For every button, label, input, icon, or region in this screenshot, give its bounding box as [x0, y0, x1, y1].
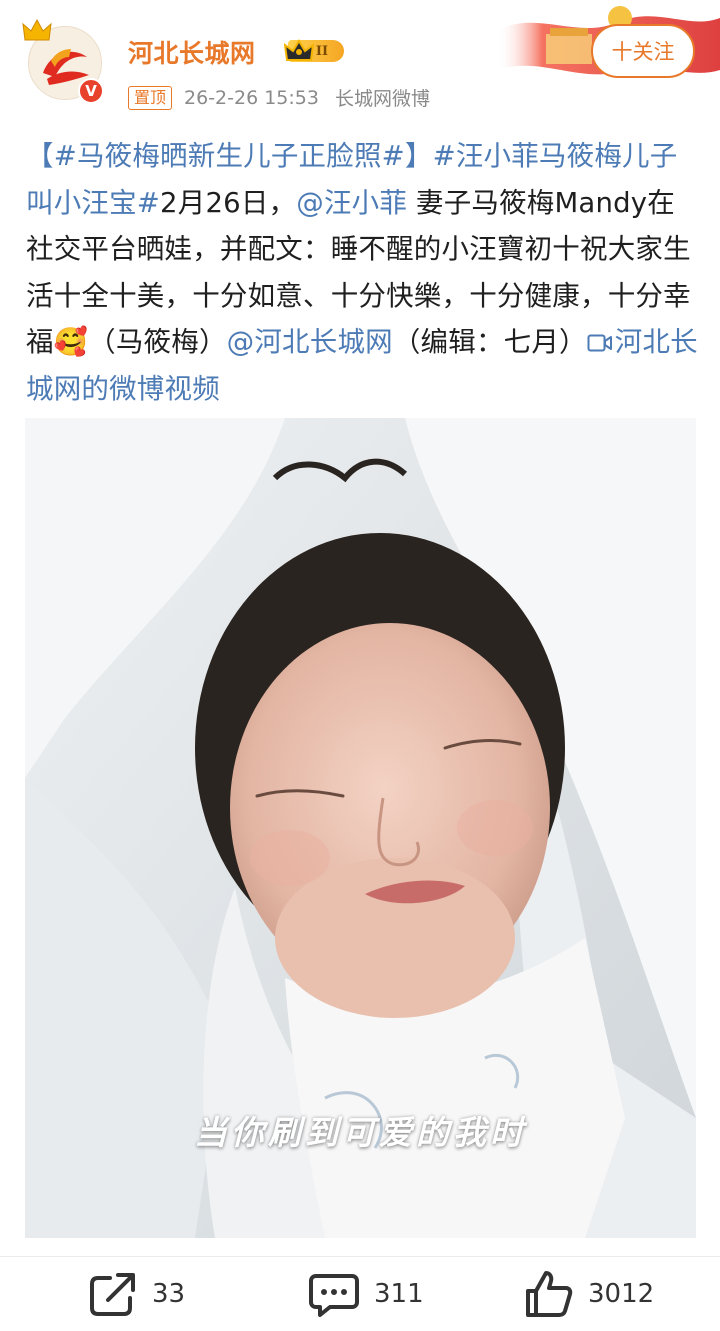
comment-count: 311	[374, 1279, 424, 1309]
comment-icon	[309, 1274, 359, 1317]
post-credit-text: （马筱梅）	[88, 326, 227, 359]
post-image[interactable]: 当你刷到可爱的我时	[25, 418, 696, 1238]
repost-button[interactable]: 33	[88, 1269, 185, 1319]
repost-count: 33	[152, 1279, 186, 1309]
verified-icon: V	[78, 78, 104, 104]
post-date-text: 2月26日，	[160, 186, 297, 219]
crown-icon	[22, 18, 52, 41]
video-icon	[587, 334, 612, 352]
avatar[interactable]: V	[22, 18, 108, 104]
hashtag-link[interactable]: 【#马筱梅晒新生儿子正脸照#】	[26, 140, 433, 172]
like-button[interactable]: 3012	[524, 1269, 654, 1319]
share-icon	[90, 1273, 135, 1316]
mention-link[interactable]: @河北长城网	[227, 326, 393, 358]
follow-button[interactable]: 十关注	[591, 24, 695, 78]
post-text: 【#马筱梅晒新生儿子正脸照#】#汪小菲马筱梅儿子叫小汪宝#2月26日，@汪小菲 …	[26, 133, 702, 413]
pinned-badge: 置顶	[128, 85, 173, 110]
image-caption: 当你刷到可爱的我时	[194, 1113, 527, 1152]
post-header: V 河北长城网 II 置顶 26-2-26 15:53 长城网微博 十关注	[0, 0, 720, 120]
post-editor-text: （编辑：七月）	[392, 326, 587, 359]
emoji-icon: 🥰	[53, 326, 89, 359]
post-source: 长城网微博	[334, 88, 430, 110]
post-meta: 置顶 26-2-26 15:53 长城网微博	[128, 84, 430, 111]
action-bar: 33 311 3012	[0, 1256, 720, 1331]
level-crown-icon	[284, 39, 314, 61]
comment-button[interactable]: 311	[308, 1269, 424, 1319]
like-count: 3012	[588, 1279, 655, 1309]
post-timestamp: 26-2-26 15:53	[184, 86, 319, 109]
level-badge: II	[284, 38, 344, 64]
thumbs-up-icon	[526, 1271, 573, 1317]
user-name[interactable]: 河北长城网	[128, 34, 256, 70]
mention-link[interactable]: @汪小菲	[296, 187, 407, 219]
